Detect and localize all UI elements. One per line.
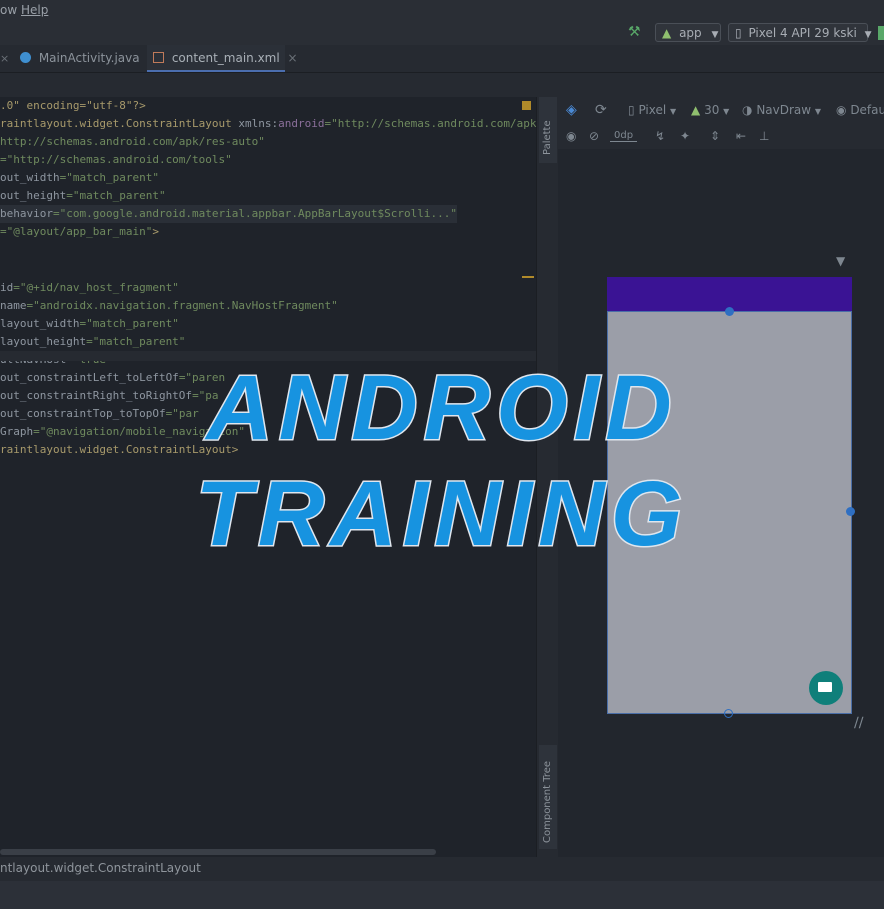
code-line[interactable]: layout_width="match_parent" bbox=[0, 315, 179, 333]
code-token: name bbox=[0, 299, 27, 312]
code-token: ="match_parent" bbox=[59, 171, 159, 184]
menu-window[interactable]: ow bbox=[0, 3, 17, 17]
code-token: out_height bbox=[0, 189, 67, 202]
main-toolbar: ⚒ ▲ app ▼ ▯ Pixel 4 API 29 kski ▼ bbox=[0, 22, 884, 45]
email-icon bbox=[818, 682, 832, 692]
fab-button[interactable] bbox=[809, 671, 843, 705]
code-token: out_width bbox=[0, 171, 60, 184]
code-token: http://schemas.android.com/apk/res-auto" bbox=[0, 135, 265, 148]
infer-constraints-icon[interactable]: ✦ bbox=[680, 129, 690, 143]
device-picker[interactable]: ▯ Pixel ▼ bbox=[628, 103, 676, 117]
code-token: id bbox=[0, 281, 14, 294]
constraint-handle-top[interactable] bbox=[725, 307, 734, 316]
default-margin-field[interactable]: 0dp bbox=[610, 130, 638, 142]
code-token: ="match_parent" bbox=[66, 189, 166, 202]
code-line[interactable]: .0" encoding="utf-8"?> bbox=[0, 97, 146, 115]
phone-icon: ▯ bbox=[735, 26, 742, 40]
eye-icon[interactable]: ◉ bbox=[566, 129, 576, 143]
code-token: ="http://schemas.android.com/tools" bbox=[0, 153, 232, 166]
menu-bar: ow Help bbox=[0, 0, 884, 22]
theme-picker[interactable]: ◑ NavDraw ▼ bbox=[742, 103, 821, 117]
overlay-title: ANDROID TRAINING bbox=[0, 355, 884, 567]
align-icon[interactable]: ⇤ bbox=[736, 129, 746, 143]
code-token: .0" encoding="utf-8"?> bbox=[0, 99, 146, 112]
java-class-icon bbox=[20, 52, 31, 63]
run-icon[interactable] bbox=[878, 26, 884, 40]
pin-icon[interactable]: ▼ bbox=[836, 254, 845, 268]
breadcrumb[interactable]: ntlayout.widget.ConstraintLayout bbox=[0, 861, 201, 875]
resize-handle-icon[interactable]: ∕∕ bbox=[854, 715, 863, 731]
code-token: layout_height bbox=[0, 335, 87, 348]
code-line[interactable]: ="http://schemas.android.com/tools" bbox=[0, 151, 232, 169]
chevron-down-icon: ▼ bbox=[711, 30, 719, 40]
overlay-title-line2: TRAINING bbox=[194, 462, 689, 567]
code-token: behavior bbox=[0, 207, 53, 220]
breadcrumb-strip bbox=[0, 73, 884, 97]
layout-file-icon bbox=[153, 52, 164, 63]
code-line[interactable]: raintlayout.widget.ConstraintLayout xmln… bbox=[0, 115, 563, 133]
code-token: ="match_parent" bbox=[79, 317, 179, 330]
app-bar-preview[interactable] bbox=[607, 277, 852, 311]
device-select[interactable]: ▯ Pixel 4 API 29 kski ▼ bbox=[728, 23, 872, 42]
status-bar: ntlayout.widget.ConstraintLayout bbox=[0, 857, 884, 881]
guidelines-icon[interactable]: ⊥ bbox=[759, 129, 769, 143]
globe-icon: ◉ bbox=[836, 103, 847, 117]
orientation-icon[interactable]: ⟳ bbox=[595, 102, 607, 118]
pack-icon[interactable]: ⇕ bbox=[710, 129, 720, 143]
menu-help[interactable]: Help bbox=[21, 3, 48, 17]
magnet-off-icon[interactable]: ⊘ bbox=[589, 129, 599, 143]
code-token: ="androidx.navigation.fragment.NavHostFr… bbox=[26, 299, 338, 312]
code-token: raintlayout.widget.ConstraintLayout bbox=[0, 117, 239, 130]
run-config-select[interactable]: ▲ app ▼ bbox=[655, 23, 721, 42]
code-line[interactable]: id="@+id/nav_host_fragment" bbox=[0, 279, 179, 297]
phone-icon: ▯ bbox=[628, 103, 635, 117]
tab-mainactivity[interactable]: MainActivity.java × bbox=[16, 45, 158, 72]
code-token: ="@layout/app_bar_main" bbox=[0, 225, 153, 238]
chevron-down-icon: ▼ bbox=[723, 107, 730, 116]
code-token: layout_width bbox=[0, 317, 80, 330]
editor-tab-bar: × MainActivity.java × content_main.xml × bbox=[0, 45, 884, 73]
code-line[interactable]: out_height="match_parent" bbox=[0, 187, 166, 205]
code-token: xmlns: bbox=[238, 117, 279, 130]
code-token: ="http://schemas.android.com/apk/res bbox=[324, 117, 563, 130]
code-token: > bbox=[152, 225, 159, 238]
layers-icon[interactable]: ◈ bbox=[566, 102, 577, 118]
close-icon[interactable]: × bbox=[288, 51, 298, 65]
tab-content-main[interactable]: content_main.xml × bbox=[147, 45, 298, 72]
api-picker[interactable]: ▲ 30 ▼ bbox=[691, 103, 729, 117]
locale-picker[interactable]: ◉ Defau bbox=[836, 103, 884, 117]
chevron-down-icon: ▼ bbox=[670, 107, 677, 116]
code-line[interactable]: layout_height="match_parent" bbox=[0, 333, 185, 351]
component-tree-tab[interactable]: Component Tree bbox=[539, 745, 557, 849]
warning-marker-icon[interactable] bbox=[522, 101, 531, 110]
constraint-handle-bottom[interactable] bbox=[724, 709, 733, 718]
chevron-down-icon: ▼ bbox=[814, 107, 822, 116]
chevron-down-icon: ▼ bbox=[864, 30, 872, 40]
overlay-title-line1: ANDROID bbox=[205, 356, 678, 461]
bottom-tool-bar bbox=[0, 881, 884, 909]
horizontal-scrollbar[interactable] bbox=[0, 849, 436, 855]
error-stripe-marker[interactable] bbox=[522, 276, 534, 278]
code-token: ="@+id/nav_host_fragment" bbox=[13, 281, 179, 294]
close-icon[interactable]: × bbox=[0, 52, 9, 65]
clear-constraints-icon[interactable]: ↯ bbox=[655, 129, 665, 143]
palette-tab[interactable]: Palette bbox=[539, 97, 557, 163]
code-line[interactable]: http://schemas.android.com/apk/res-auto" bbox=[0, 133, 265, 151]
android-icon: ▲ bbox=[662, 26, 672, 40]
code-token: ="com.google.android.material.appbar.App… bbox=[52, 207, 457, 220]
code-line[interactable]: out_width="match_parent" bbox=[0, 169, 159, 187]
code-line[interactable]: name="androidx.navigation.fragment.NavHo… bbox=[0, 297, 338, 315]
code-token: ="match_parent" bbox=[86, 335, 186, 348]
android-icon: ▲ bbox=[691, 103, 701, 117]
code-line[interactable]: behavior="com.google.android.material.ap… bbox=[0, 205, 457, 223]
build-hammer-icon[interactable]: ⚒ bbox=[628, 24, 641, 40]
code-token: android bbox=[278, 117, 325, 130]
theme-icon: ◑ bbox=[742, 103, 753, 117]
code-line[interactable]: ="@layout/app_bar_main"> bbox=[0, 223, 159, 241]
